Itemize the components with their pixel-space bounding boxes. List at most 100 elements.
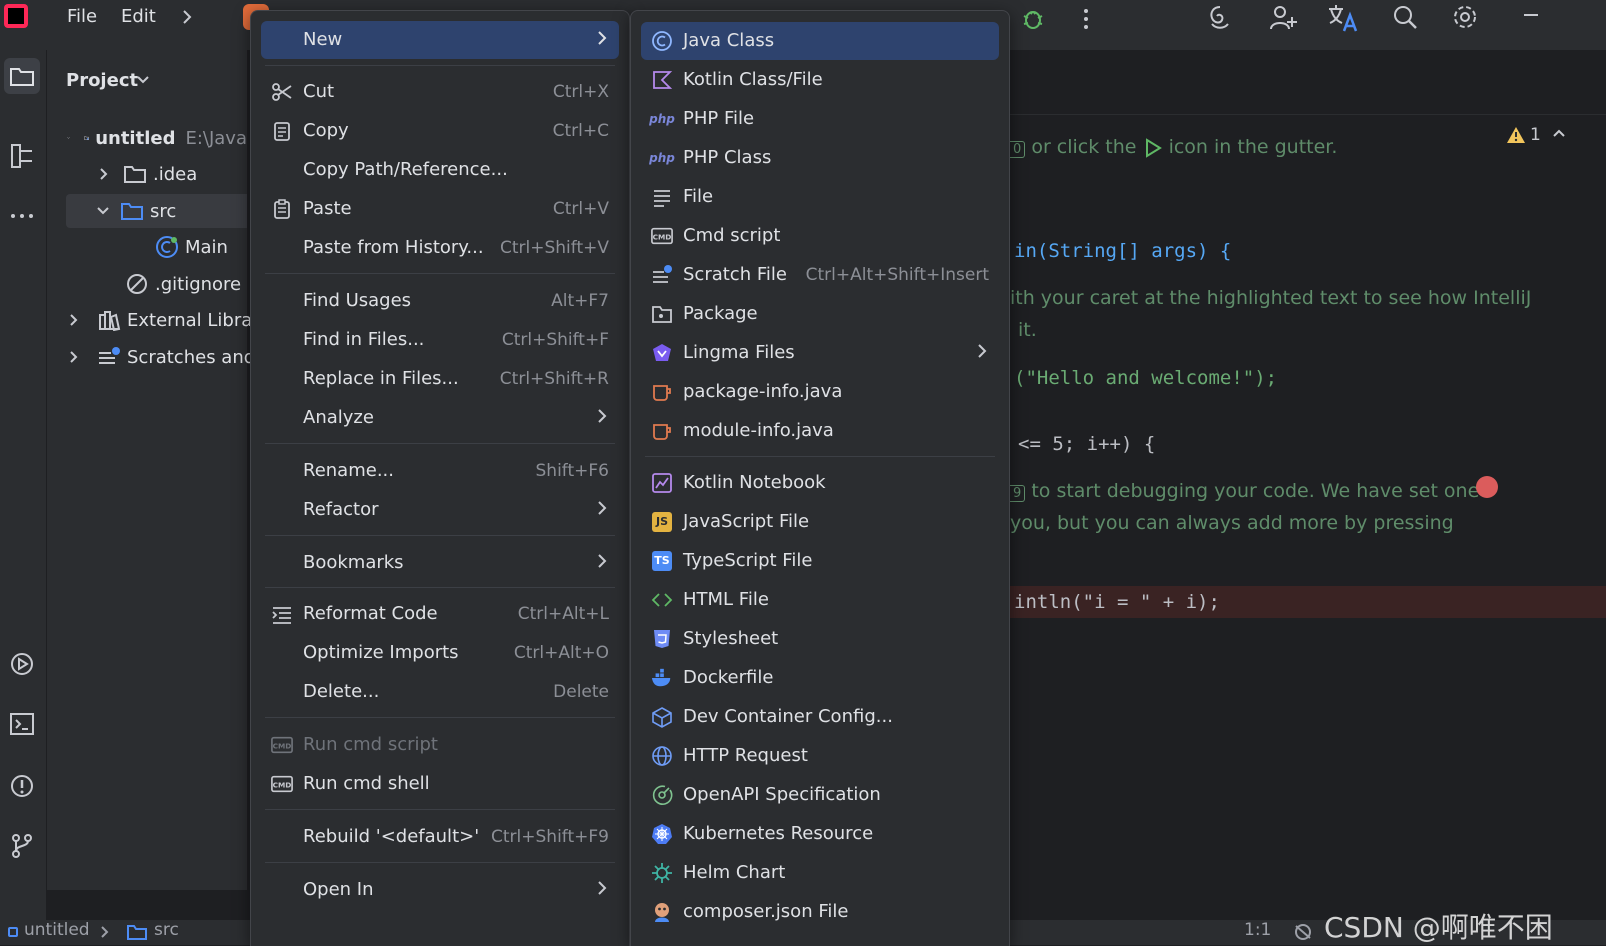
chevron-down-icon[interactable] (96, 206, 110, 216)
submenu-item-javascript[interactable]: JS JavaScript File (641, 503, 999, 541)
submenu-item-http-request[interactable]: HTTP Request (641, 737, 999, 775)
menu-item-label: Analyze (303, 407, 374, 428)
menu-item-find-usages[interactable]: Find Usages Alt+F7 (261, 282, 619, 320)
minimize-icon[interactable] (1524, 14, 1538, 16)
submenu-item-scratch-file[interactable]: Scratch File Ctrl+Alt+Shift+Insert (641, 256, 999, 294)
menu-item-delete[interactable]: Delete... Delete (261, 673, 619, 711)
tree-item-src[interactable]: src (66, 194, 247, 228)
editor-tabs (1010, 50, 1606, 115)
menu-item-label: Open In (303, 879, 374, 900)
run-gutter-icon (1145, 137, 1162, 158)
ai-assistant-icon[interactable] (1206, 4, 1234, 32)
javascript-icon: JS (651, 511, 673, 533)
submenu-item-dockerfile[interactable]: Dockerfile (641, 659, 999, 697)
problems-tool-icon[interactable] (4, 768, 40, 804)
menu-item-paste[interactable]: Paste Ctrl+V (261, 190, 619, 228)
submenu-item-package-info[interactable]: package-info.java (641, 373, 999, 411)
menu-item-replace-in-files[interactable]: Replace in Files... Ctrl+Shift+R (261, 360, 619, 398)
menu-item-refactor[interactable]: Refactor (261, 491, 619, 529)
breadcrumb-project[interactable]: untitled (24, 920, 90, 940)
intellij-logo-icon[interactable] (4, 4, 28, 28)
search-icon[interactable] (1391, 3, 1419, 31)
menu-item-run-cmd-shell[interactable]: CMD Run cmd shell (261, 765, 619, 803)
code-text: intln("i = " + i); (1014, 591, 1220, 613)
menu-item-label: Reformat Code (303, 603, 438, 624)
menu-item-copy-path[interactable]: Copy Path/Reference... (261, 151, 619, 189)
submenu-item-html-file[interactable]: HTML File (641, 581, 999, 619)
breakpoint-icon[interactable] (1476, 476, 1498, 498)
more-vertical-icon[interactable] (1082, 6, 1090, 32)
menu-item-paste-history[interactable]: Paste from History... Ctrl+Shift+V (261, 229, 619, 267)
menu-item-label: Rebuild '<default>' (303, 826, 480, 847)
doc-text: to start debugging your code. We have se… (1031, 480, 1480, 502)
ts-badge: TS (652, 551, 672, 571)
debug-icon[interactable] (1020, 6, 1046, 32)
submenu-item-openapi[interactable]: OpenAPI Specification (641, 776, 999, 814)
chevron-right-icon[interactable] (99, 167, 109, 181)
submenu-item-module-info[interactable]: module-info.java (641, 412, 999, 450)
kotlin-icon (651, 69, 673, 91)
menu-file[interactable]: File (67, 6, 97, 27)
menu-item-rebuild[interactable]: Rebuild '<default>' Ctrl+Shift+F9 (261, 818, 619, 856)
menu-item-reformat-code[interactable]: Reformat Code Ctrl+Alt+L (261, 595, 619, 633)
chevron-right-icon[interactable] (69, 350, 79, 364)
menu-item-bookmarks[interactable]: Bookmarks (261, 544, 619, 582)
menu-item-find-in-files[interactable]: Find in Files... Ctrl+Shift+F (261, 321, 619, 359)
chevron-right-icon[interactable] (69, 313, 79, 327)
submenu-item-composer-json[interactable]: composer.json File (641, 893, 999, 931)
submenu-item-package[interactable]: Package (641, 295, 999, 333)
project-tool-icon[interactable] (4, 58, 40, 94)
submenu-item-kotlin-class[interactable]: Kotlin Class/File (641, 61, 999, 99)
menu-item-shortcut: Ctrl+V (552, 199, 609, 219)
menu-item-optimize-imports[interactable]: Optimize Imports Ctrl+Alt+O (261, 634, 619, 672)
chevron-right-icon[interactable] (180, 8, 194, 26)
submenu-item-lingma-files[interactable]: Lingma Files (641, 334, 999, 372)
git-tool-icon[interactable] (4, 828, 40, 864)
tree-item-gitignore[interactable]: .gitignore (47, 267, 241, 301)
submenu-item-kubernetes[interactable]: Kubernetes Resource (641, 815, 999, 853)
run-tool-icon[interactable] (4, 646, 40, 682)
notifications-icon[interactable] (1292, 922, 1316, 942)
tree-item-external-libraries[interactable]: External Librarie (47, 303, 276, 337)
menu-edit[interactable]: Edit (121, 6, 156, 27)
submenu-item-helm-chart[interactable]: Helm Chart (641, 854, 999, 892)
submenu-item-cmd-script[interactable]: CMD Cmd script (641, 217, 999, 255)
tree-item-idea[interactable]: .idea (47, 157, 197, 191)
add-user-icon[interactable] (1268, 3, 1298, 33)
tree-item-scratches[interactable]: Scratches and C (47, 340, 273, 374)
menu-separator (265, 443, 615, 444)
menu-item-analyze[interactable]: Analyze (261, 399, 619, 437)
submenu-item-kotlin-notebook[interactable]: Kotlin Notebook (641, 464, 999, 502)
terminal-tool-icon[interactable] (4, 706, 40, 742)
menu-item-cut[interactable]: Cut Ctrl+X (261, 73, 619, 111)
warning-icon[interactable] (1506, 126, 1526, 144)
project-panel-title[interactable]: Project (66, 70, 138, 91)
menu-item-copy[interactable]: Copy Ctrl+C (261, 112, 619, 150)
submenu-item-java-class[interactable]: Java Class (641, 22, 999, 60)
breadcrumb-src[interactable]: src (154, 920, 179, 940)
menu-item-label: Rename... (303, 460, 394, 481)
submenu-item-stylesheet[interactable]: Stylesheet (641, 620, 999, 658)
submenu-item-typescript[interactable]: TS TypeScript File (641, 542, 999, 580)
caret-position[interactable]: 1:1 (1244, 920, 1271, 940)
code-editor[interactable]: 1 0 or click the icon in the gutter. in(… (1010, 50, 1606, 920)
menu-item-shortcut: Shift+F6 (535, 461, 609, 481)
submenu-item-php-class[interactable]: php PHP Class (641, 139, 999, 177)
menu-item-new[interactable]: New (261, 21, 619, 59)
chevron-down-icon[interactable] (67, 133, 70, 143)
chevron-up-icon[interactable] (1552, 128, 1566, 138)
submenu-item-dev-container[interactable]: Dev Container Config... (641, 698, 999, 736)
menu-item-open-in[interactable]: Open In (261, 871, 619, 909)
scissors-icon (271, 81, 293, 103)
module-icon (8, 927, 18, 937)
structure-tool-icon[interactable] (4, 138, 40, 174)
submenu-item-file[interactable]: File (641, 178, 999, 216)
tree-item-untitled[interactable]: untitled E:\Java (47, 121, 247, 155)
menu-item-rename[interactable]: Rename... Shift+F6 (261, 452, 619, 490)
settings-icon[interactable] (1451, 3, 1479, 31)
translate-icon[interactable] (1327, 3, 1359, 33)
more-tools-icon[interactable] (4, 198, 40, 234)
chevron-down-icon[interactable] (136, 75, 150, 85)
submenu-item-php-file[interactable]: php PHP File (641, 100, 999, 138)
tree-item-main[interactable]: Main (47, 230, 228, 264)
